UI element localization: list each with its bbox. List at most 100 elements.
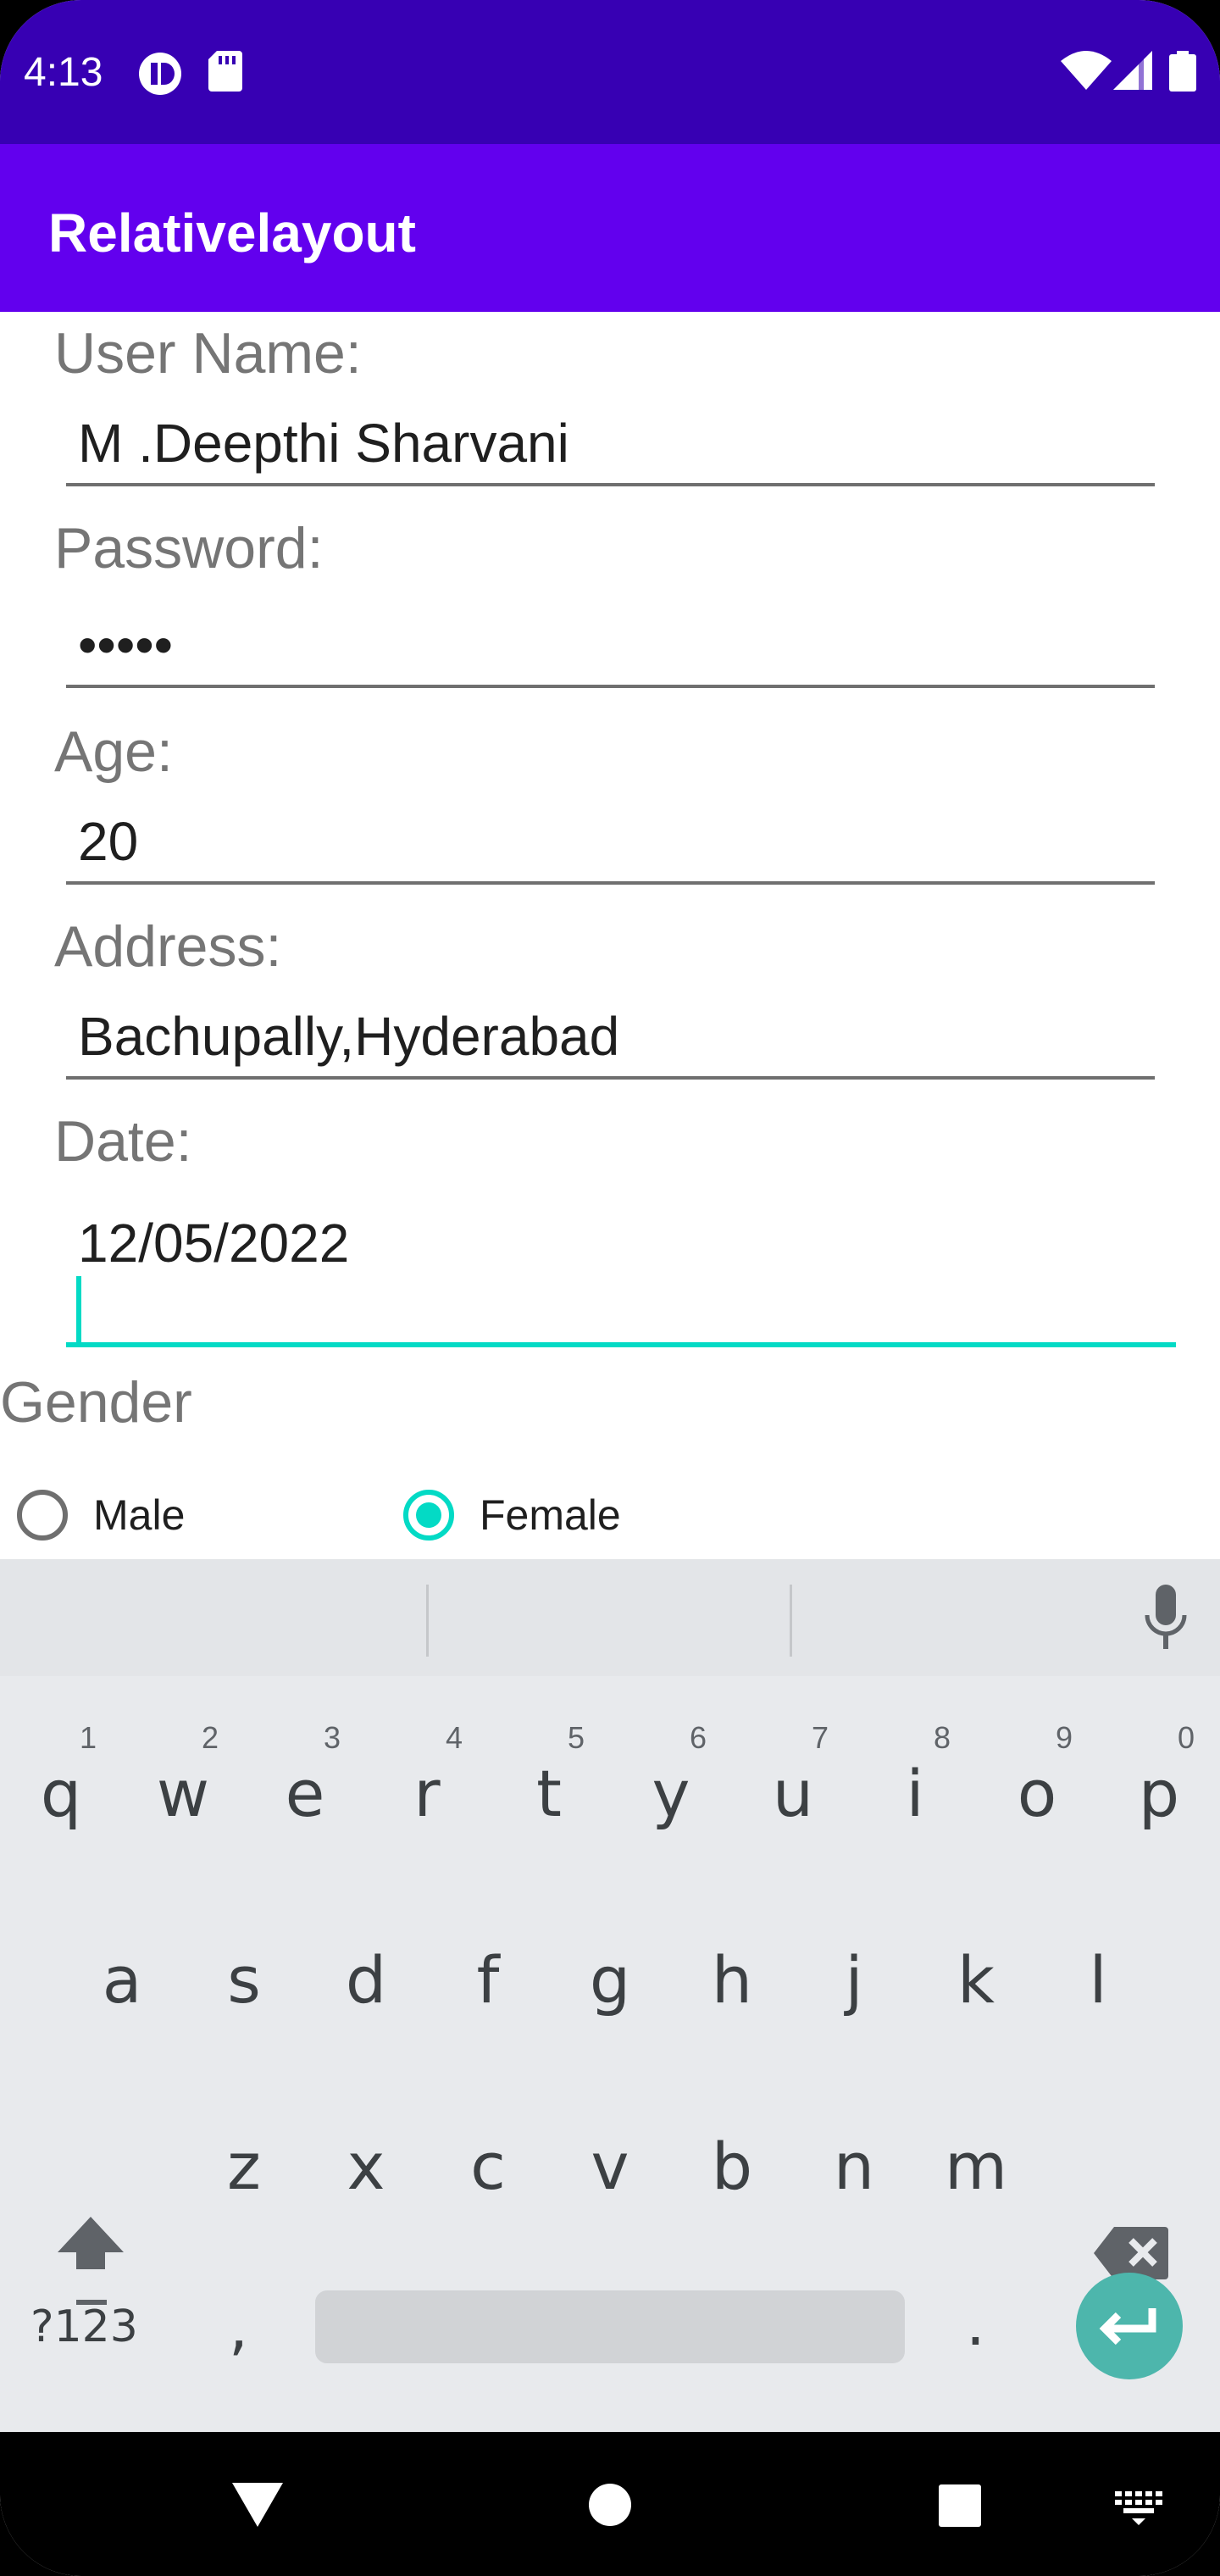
key-q[interactable]: q1 bbox=[10, 1720, 112, 1831]
radio-female[interactable]: Female bbox=[403, 1481, 621, 1549]
text-cursor bbox=[76, 1276, 81, 1342]
period-key[interactable]: . bbox=[966, 2288, 985, 2359]
key-label: e bbox=[285, 1756, 325, 1831]
key-number-hint: 2 bbox=[202, 1720, 219, 1755]
key-label: w bbox=[156, 1756, 210, 1831]
key-label: b bbox=[711, 2129, 753, 2204]
key-s[interactable]: s bbox=[193, 1942, 295, 2018]
username-field[interactable]: M .Deepthi Sharvani bbox=[66, 393, 1155, 486]
key-label: t bbox=[536, 1756, 562, 1831]
app-bar: Relativelayout bbox=[0, 144, 1220, 312]
username-label: User Name: bbox=[54, 321, 362, 386]
key-number-hint: 3 bbox=[324, 1720, 341, 1755]
key-label: n bbox=[833, 2129, 875, 2204]
enter-icon bbox=[1099, 2308, 1156, 2346]
key-number-hint: 5 bbox=[568, 1720, 585, 1755]
phone-screen: 4:13 Relativelayout User Name: M .Deepth… bbox=[0, 0, 1220, 2576]
key-v[interactable]: v bbox=[559, 2129, 661, 2204]
key-d[interactable]: d bbox=[315, 1942, 417, 2018]
key-r[interactable]: r4 bbox=[376, 1720, 478, 1831]
key-t[interactable]: t5 bbox=[498, 1720, 600, 1831]
key-i[interactable]: i8 bbox=[864, 1720, 966, 1831]
date-value: 12/05/2022 bbox=[78, 1213, 350, 1274]
key-o[interactable]: o9 bbox=[986, 1720, 1088, 1831]
address-value: Bachupally,Hyderabad bbox=[78, 1006, 620, 1067]
key-b[interactable]: b bbox=[681, 2129, 783, 2204]
key-label: o bbox=[1017, 1756, 1057, 1831]
signal-icon bbox=[1113, 51, 1152, 94]
key-k[interactable]: k bbox=[925, 1942, 1027, 2018]
key-g[interactable]: g bbox=[559, 1942, 661, 2018]
key-u[interactable]: u7 bbox=[742, 1720, 844, 1831]
key-m[interactable]: m bbox=[925, 2129, 1027, 2204]
key-w[interactable]: w2 bbox=[132, 1720, 234, 1831]
key-label: z bbox=[227, 2129, 261, 2204]
wifi-icon bbox=[1061, 51, 1112, 94]
back-icon[interactable] bbox=[230, 2481, 285, 2533]
key-label: r bbox=[413, 1756, 441, 1831]
key-e[interactable]: e3 bbox=[254, 1720, 356, 1831]
key-label: k bbox=[957, 1942, 995, 2018]
app-title: Relativelayout bbox=[48, 203, 416, 264]
comma-key[interactable]: , bbox=[229, 2291, 248, 2362]
key-x[interactable]: x bbox=[315, 2129, 417, 2204]
key-label: c bbox=[470, 2129, 506, 2204]
age-field[interactable]: 20 bbox=[66, 791, 1155, 885]
key-number-hint: 6 bbox=[690, 1720, 707, 1755]
address-field[interactable]: Bachupally,Hyderabad bbox=[66, 986, 1155, 1080]
status-time: 4:13 bbox=[24, 50, 103, 95]
shift-key[interactable] bbox=[36, 2210, 146, 2315]
key-y[interactable]: y6 bbox=[620, 1720, 722, 1831]
key-label: v bbox=[591, 2129, 629, 2204]
space-key[interactable] bbox=[315, 2290, 905, 2363]
key-label: p bbox=[1138, 1756, 1180, 1831]
key-l[interactable]: l bbox=[1047, 1942, 1149, 2018]
key-h[interactable]: h bbox=[681, 1942, 783, 2018]
key-f[interactable]: f bbox=[437, 1942, 539, 2018]
username-value: M .Deepthi Sharvani bbox=[78, 413, 569, 474]
key-c[interactable]: c bbox=[437, 2129, 539, 2204]
radio-female-circle bbox=[403, 1490, 454, 1541]
symbols-key[interactable]: ?123 bbox=[30, 2301, 138, 2352]
microphone-icon[interactable] bbox=[1144, 1585, 1188, 1658]
radio-female-label: Female bbox=[480, 1491, 621, 1539]
key-number-hint: 8 bbox=[934, 1720, 951, 1755]
app-notification-icon bbox=[137, 51, 183, 101]
key-number-hint: 9 bbox=[1056, 1720, 1073, 1755]
sd-card-icon bbox=[208, 51, 242, 96]
age-label: Age: bbox=[54, 719, 173, 784]
key-a[interactable]: a bbox=[71, 1942, 173, 2018]
key-n[interactable]: n bbox=[803, 2129, 905, 2204]
suggestion-divider bbox=[426, 1585, 429, 1657]
key-label: m bbox=[944, 2129, 1008, 2204]
radio-male[interactable]: Male bbox=[17, 1481, 185, 1549]
key-z[interactable]: z bbox=[193, 2129, 295, 2204]
password-field[interactable]: ••••• bbox=[66, 591, 1155, 688]
key-j[interactable]: j bbox=[803, 1942, 905, 2018]
key-number-hint: 7 bbox=[812, 1720, 829, 1755]
age-value: 20 bbox=[78, 811, 139, 872]
key-label: s bbox=[227, 1942, 261, 2018]
address-label: Address: bbox=[54, 914, 282, 979]
key-label: u bbox=[772, 1756, 814, 1831]
key-number-hint: 0 bbox=[1178, 1720, 1195, 1755]
date-label: Date: bbox=[54, 1109, 192, 1174]
date-field[interactable]: 12/05/2022 bbox=[66, 1181, 1176, 1347]
key-p[interactable]: p0 bbox=[1108, 1720, 1210, 1831]
key-label: a bbox=[102, 1942, 142, 2018]
keyboard-switch-icon[interactable] bbox=[1115, 2491, 1162, 2529]
key-label: h bbox=[711, 1942, 753, 2018]
password-value: ••••• bbox=[78, 614, 174, 675]
suggestion-divider bbox=[790, 1585, 792, 1657]
key-label: f bbox=[476, 1942, 500, 2018]
key-label: j bbox=[845, 1942, 863, 2018]
recents-icon[interactable] bbox=[939, 2484, 981, 2531]
enter-key[interactable] bbox=[1076, 2273, 1183, 2379]
password-label: Password: bbox=[54, 516, 324, 580]
radio-male-label: Male bbox=[93, 1491, 186, 1539]
key-label: d bbox=[345, 1942, 387, 2018]
home-icon[interactable] bbox=[588, 2483, 632, 2531]
radio-male-circle bbox=[17, 1490, 68, 1541]
key-label: i bbox=[906, 1756, 924, 1831]
key-number-hint: 4 bbox=[446, 1720, 463, 1755]
